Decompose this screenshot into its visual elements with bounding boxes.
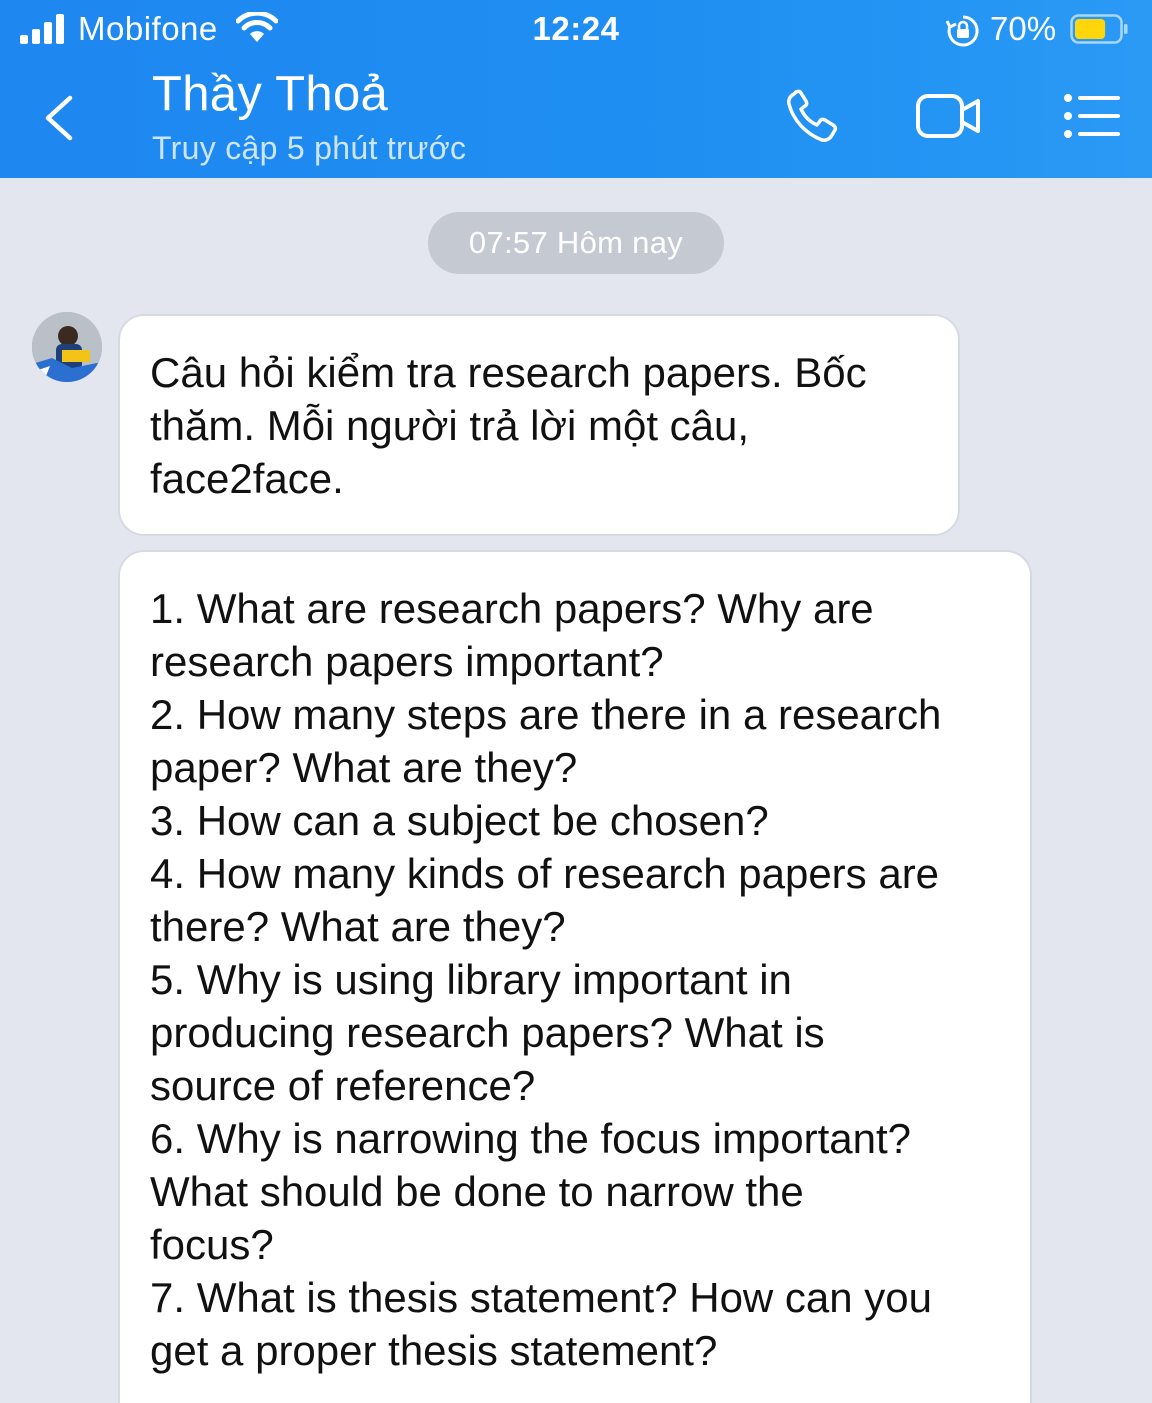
message-text-line: What should be done to narrow the — [150, 1168, 804, 1215]
avatar-image — [32, 312, 102, 382]
status-bar: Mobifone 12:24 70% — [0, 0, 1152, 58]
contact-name[interactable]: Thầy Thoả — [152, 66, 388, 122]
avatar[interactable] — [32, 312, 102, 382]
message-text-line: producing research papers? What is — [150, 1009, 825, 1056]
last-seen-status: Truy cập 5 phút trước — [152, 130, 467, 166]
message-text-line: face2face. — [150, 455, 344, 502]
date-separator: 07:57 Hôm nay — [428, 212, 724, 274]
video-camera-icon[interactable] — [912, 84, 984, 148]
message-text-line: 7. What is thesis statement? How can you — [150, 1274, 933, 1321]
message-text-line: 1. What are research papers? Why are — [150, 585, 874, 632]
phone-icon[interactable] — [780, 84, 852, 148]
message-text-line: research papers important? — [150, 638, 664, 685]
message-text-line: thăm. Mỗi người trả lời một câu, — [150, 402, 750, 449]
message-text-line: Câu hỏi kiểm tra research papers. Bốc — [150, 349, 867, 396]
message-bubble[interactable]: 1. What are research papers? Why are rese… — [118, 550, 1032, 1403]
message-text-line: there? What are they? — [150, 903, 566, 950]
message-text-line: 6. Why is narrowing the focus important? — [150, 1115, 912, 1162]
message-text-line: 5. Why is using library important in — [150, 956, 792, 1003]
message-text-line: 3. How can a subject be chosen? — [150, 797, 769, 844]
rotation-lock-icon — [946, 15, 979, 47]
message-text-line: get a proper thesis statement? — [150, 1327, 718, 1374]
battery-percent: 70% — [990, 10, 1057, 47]
header-bar: Mobifone 12:24 70% Thầy Thoả Truy cập 5 … — [0, 0, 1152, 178]
message-bubble[interactable]: Câu hỏi kiểm tra research papers. Bốc thă… — [118, 314, 960, 536]
message-text-line: 4. How many kinds of research papers are — [150, 850, 940, 897]
chat-screen: Mobifone 12:24 70% Thầy Thoả Truy cập 5 … — [0, 0, 1152, 1403]
message-text-line: 2. How many steps are there in a researc… — [150, 691, 942, 738]
list-menu-icon[interactable] — [1056, 84, 1128, 148]
back-button[interactable] — [38, 88, 82, 148]
message-text-line: source of reference? — [150, 1062, 536, 1109]
message-text-line: focus? — [150, 1221, 274, 1268]
message-text-line: paper? What are they? — [150, 744, 578, 791]
battery-icon — [1070, 14, 1128, 44]
